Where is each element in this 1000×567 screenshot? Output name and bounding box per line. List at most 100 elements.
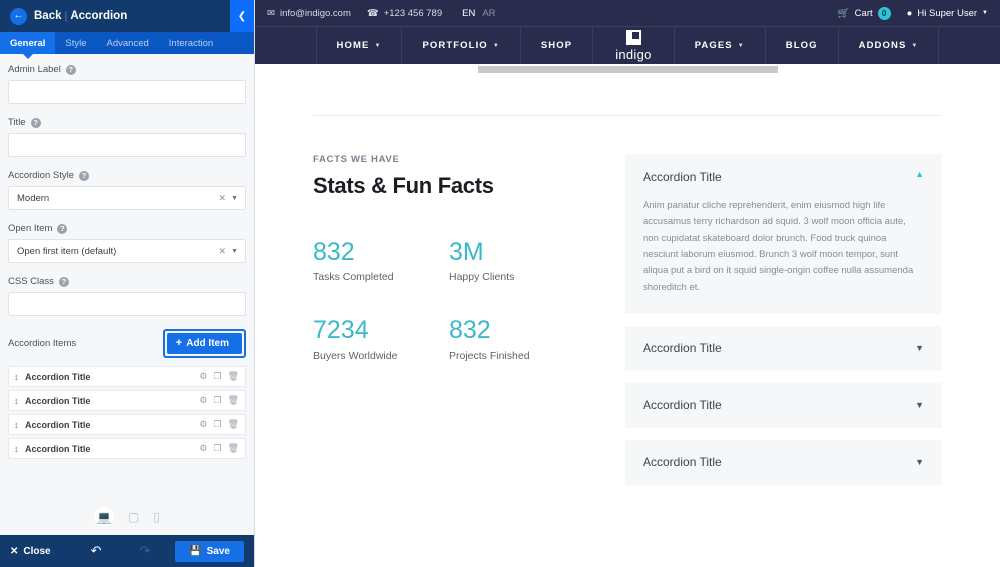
- save-button[interactable]: 💾 Save: [175, 541, 244, 562]
- field-css-class: CSS Class ?: [8, 276, 246, 316]
- site-logo[interactable]: indigo: [593, 27, 675, 64]
- chevron-down-icon: ▼: [911, 43, 918, 49]
- nav-item-blog[interactable]: BLOG: [766, 27, 839, 64]
- accordion-title: Accordion Title: [643, 398, 722, 412]
- open-item-select[interactable]: Open first item (default) ✕ ▼: [8, 239, 246, 263]
- back-button[interactable]: ← Back: [10, 8, 62, 25]
- drag-handle-icon[interactable]: ↕: [14, 420, 25, 430]
- stat-value: 832: [449, 317, 585, 343]
- help-icon[interactable]: ?: [57, 224, 67, 234]
- accordion-item-row[interactable]: ↕ Accordion Title ⚙ ❐ 🗑: [8, 438, 246, 459]
- duplicate-icon[interactable]: ❐: [213, 420, 221, 429]
- page-title: Stats & Fun Facts: [313, 173, 585, 199]
- user-menu[interactable]: ● Hi Super User ▼: [907, 8, 988, 19]
- add-item-button[interactable]: + Add Item: [167, 333, 242, 354]
- logo-mark-icon: [626, 30, 641, 45]
- title-label: Title ?: [8, 117, 246, 128]
- accordion-item-name: Accordion Title: [25, 396, 199, 406]
- gear-icon[interactable]: ⚙: [199, 396, 207, 405]
- accordion-title: Accordion Title: [643, 341, 722, 355]
- nav-label: ADDONS: [859, 40, 907, 51]
- accordion-panel-closed[interactable]: Accordion Title ▼: [625, 326, 942, 371]
- desktop-icon[interactable]: 💻: [94, 507, 114, 527]
- accordion-panel-closed[interactable]: Accordion Title ▼: [625, 383, 942, 428]
- stat-item: 832 Tasks Completed: [313, 239, 449, 283]
- phone-icon: ☎: [367, 8, 379, 19]
- cart-count-badge: 0: [878, 7, 891, 20]
- sidebar-footer: ✕ Close ↶ ↷ 💾 Save: [0, 535, 254, 567]
- duplicate-icon[interactable]: ❐: [213, 444, 221, 453]
- chevron-down-icon[interactable]: ▼: [231, 248, 241, 255]
- clear-icon[interactable]: ✕: [214, 246, 232, 257]
- open-item-label: Open Item ?: [8, 223, 246, 234]
- tablet-icon[interactable]: ▢: [128, 511, 139, 523]
- gear-icon[interactable]: ⚙: [199, 420, 207, 429]
- lang-en[interactable]: EN: [462, 8, 475, 19]
- nav-label: HOME: [337, 40, 370, 51]
- module-title: Accordion: [70, 10, 127, 22]
- email-text: info@indigo.com: [280, 8, 351, 19]
- gear-icon[interactable]: ⚙: [199, 372, 207, 381]
- drag-handle-icon[interactable]: ↕: [14, 444, 25, 454]
- chevron-down-icon[interactable]: ▼: [915, 401, 924, 410]
- nav-item-portfolio[interactable]: PORTFOLIO ▼: [402, 27, 520, 64]
- email-info[interactable]: ✉ info@indigo.com: [267, 8, 351, 19]
- duplicate-icon[interactable]: ❐: [213, 372, 221, 381]
- field-accordion-style: Accordion Style ? Modern ✕ ▼: [8, 170, 246, 210]
- drag-handle-icon[interactable]: ↕: [14, 396, 25, 406]
- nav-item-addons[interactable]: ADDONS ▼: [839, 27, 940, 64]
- accordion-item-row[interactable]: ↕ Accordion Title ⚙ ❐ 🗑: [8, 390, 246, 411]
- site-topbar: ✉ info@indigo.com ☎ +123 456 789 EN AR 🛒…: [255, 0, 1000, 26]
- tab-style[interactable]: Style: [55, 32, 96, 54]
- lang-ar[interactable]: AR: [482, 8, 495, 19]
- accordion-style-select[interactable]: Modern ✕ ▼: [8, 186, 246, 210]
- trash-icon[interactable]: 🗑: [228, 372, 239, 381]
- trash-icon[interactable]: 🗑: [228, 444, 239, 453]
- accordion-item-row[interactable]: ↕ Accordion Title ⚙ ❐ 🗑: [8, 366, 246, 387]
- save-label: Save: [207, 546, 230, 557]
- mobile-icon[interactable]: ▯: [153, 511, 160, 523]
- nav-item-home[interactable]: HOME ▼: [316, 27, 403, 64]
- cart-button[interactable]: 🛒 Cart 0: [838, 7, 891, 20]
- stat-value: 7234: [313, 317, 449, 343]
- close-button[interactable]: ✕ Close: [10, 546, 51, 557]
- chevron-down-icon: ▼: [982, 10, 988, 16]
- tab-advanced[interactable]: Advanced: [97, 32, 159, 54]
- redo-icon[interactable]: ↷: [140, 543, 151, 559]
- duplicate-icon[interactable]: ❐: [213, 396, 221, 405]
- gear-icon[interactable]: ⚙: [199, 444, 207, 453]
- stat-value: 832: [313, 239, 449, 265]
- help-icon[interactable]: ?: [66, 65, 76, 75]
- accordion-header[interactable]: Accordion Title ▲: [643, 170, 924, 184]
- tab-general[interactable]: General: [0, 32, 55, 54]
- chevron-left-icon[interactable]: ❮: [230, 0, 254, 32]
- help-icon[interactable]: ?: [31, 118, 41, 128]
- phone-info[interactable]: ☎ +123 456 789: [367, 8, 442, 19]
- clear-icon[interactable]: ✕: [214, 193, 232, 204]
- stat-label: Happy Clients: [449, 271, 585, 283]
- stat-item: 3M Happy Clients: [449, 239, 585, 283]
- trash-icon[interactable]: 🗑: [228, 396, 239, 405]
- title-input[interactable]: [8, 133, 246, 157]
- help-icon[interactable]: ?: [79, 171, 89, 181]
- nav-item-shop[interactable]: SHOP: [521, 27, 593, 64]
- accordion-panel-open: Accordion Title ▲ Anim pariatur cliche r…: [625, 154, 942, 314]
- css-class-input[interactable]: [8, 292, 246, 316]
- accordion-item-row[interactable]: ↕ Accordion Title ⚙ ❐ 🗑: [8, 414, 246, 435]
- chevron-down-icon[interactable]: ▼: [915, 458, 924, 467]
- help-icon[interactable]: ?: [59, 277, 69, 287]
- chevron-down-icon[interactable]: ▼: [231, 195, 241, 202]
- nav-item-pages[interactable]: PAGES ▼: [675, 27, 766, 64]
- accordion-panel-closed[interactable]: Accordion Title ▼: [625, 440, 942, 485]
- tab-interaction[interactable]: Interaction: [159, 32, 223, 54]
- undo-icon[interactable]: ↶: [91, 543, 102, 559]
- admin-label-input[interactable]: [8, 80, 246, 104]
- drag-handle-icon[interactable]: ↕: [14, 372, 25, 382]
- chevron-up-icon[interactable]: ▲: [915, 170, 924, 179]
- chevron-down-icon[interactable]: ▼: [915, 344, 924, 353]
- trash-icon[interactable]: 🗑: [228, 420, 239, 429]
- close-icon: ✕: [10, 546, 18, 557]
- stats-column: FACTS WE HAVE Stats & Fun Facts 832 Task…: [313, 154, 585, 497]
- mail-icon: ✉: [267, 8, 275, 19]
- main-navigation: HOME ▼ PORTFOLIO ▼ SHOP indigo PAGES ▼ B…: [255, 26, 1000, 64]
